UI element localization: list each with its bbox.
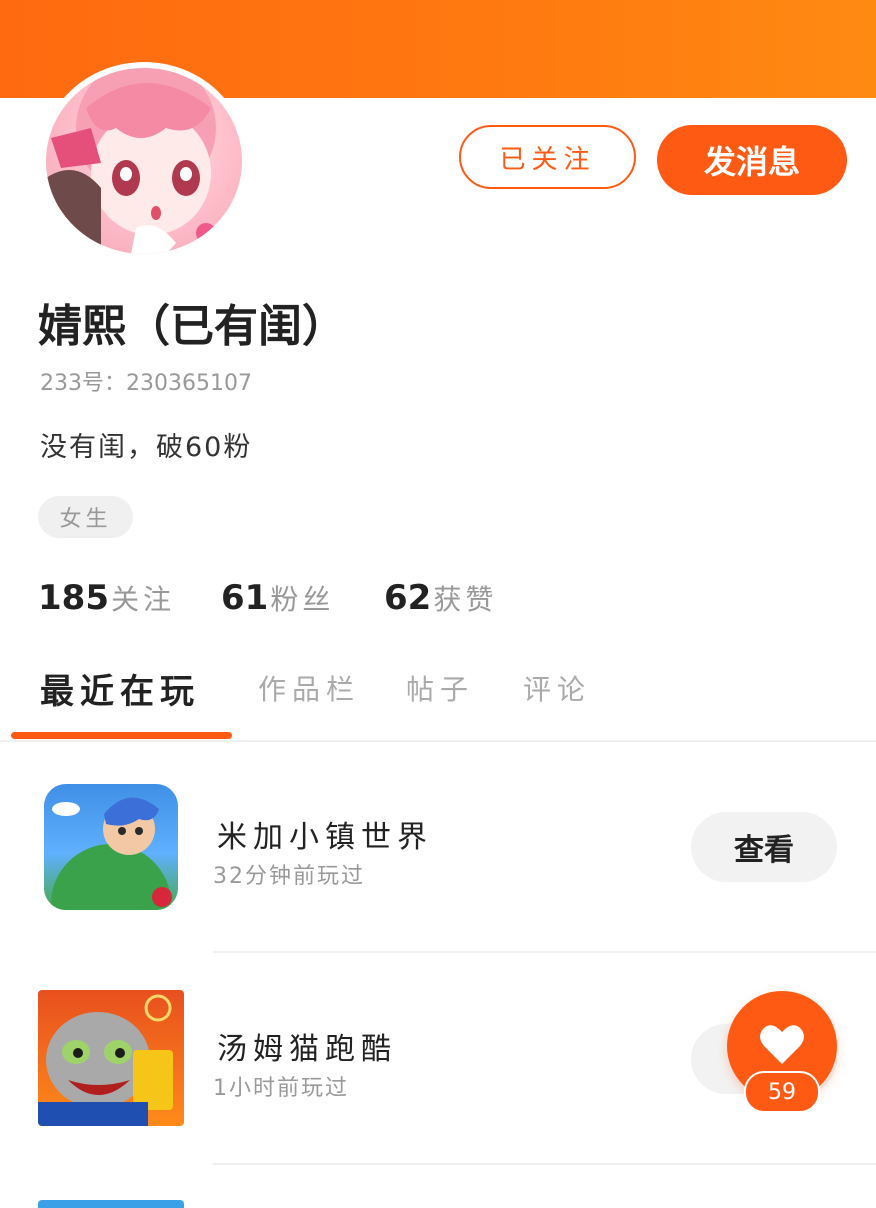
avatar[interactable] [40,62,248,260]
active-tab-indicator [11,732,232,739]
avatar-image [46,68,242,254]
profile-name: 婧熙（已有闺） [38,301,346,352]
stat-following-value: 185 [38,578,109,618]
view-game-button[interactable]: 查看 [691,812,837,882]
tab-recently-played[interactable]: 最近在玩 [40,664,200,713]
stat-likes[interactable]: 62获赞 [384,578,497,618]
row-divider [213,1163,876,1165]
followed-button[interactable]: 已关注 [459,125,636,189]
game-last-played: 1小时前玩过 [213,1076,349,1101]
tab-posts[interactable]: 帖子 [406,668,474,708]
stat-followers[interactable]: 61粉丝 [221,578,334,618]
stat-likes-value: 62 [384,578,432,618]
row-divider [213,951,876,953]
game-title: 米加小镇世界 [217,820,433,855]
tabs-divider [0,740,876,742]
send-message-label: 发消息 [703,143,800,181]
game-last-played: 32分钟前玩过 [213,864,365,889]
stat-followers-label: 粉丝 [270,583,335,616]
stat-following[interactable]: 185关注 [38,578,175,618]
game-icon-tom-gold-run [38,990,184,1126]
send-message-button[interactable]: 发消息 [657,125,847,195]
heart-icon [758,1022,806,1070]
gender-badge: 女生 [38,496,133,538]
stat-likes-label: 获赞 [433,583,498,616]
tab-works[interactable]: 作品栏 [258,668,360,708]
game-icon-partial [38,1200,184,1208]
profile-tabs: 最近在玩 作品栏 帖子 评论 [0,660,876,742]
game-icon-toca-world [44,784,178,910]
stat-following-label: 关注 [110,583,175,616]
user-id: 233号：230365107 [40,371,252,396]
stat-followers-value: 61 [221,578,269,618]
tab-comments[interactable]: 评论 [523,668,591,708]
like-count-badge: 59 [744,1071,820,1113]
game-title: 汤姆猫跑酷 [217,1032,397,1067]
profile-bio: 没有闺，破60粉 [40,432,253,463]
followed-button-label: 已关注 [499,144,596,175]
